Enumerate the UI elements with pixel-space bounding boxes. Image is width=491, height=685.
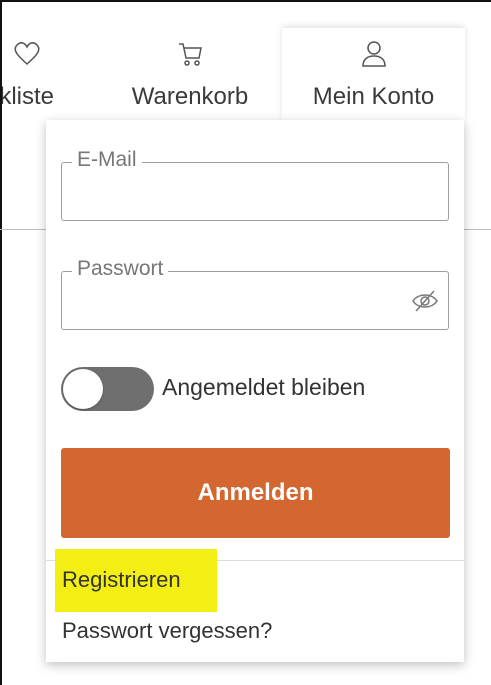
nav-wishlist-label: Merkliste [2,83,55,110]
password-input[interactable] [74,278,404,323]
nav-wishlist[interactable]: Merkliste [2,28,78,120]
cart-icon [179,43,202,66]
toggle-knob [63,369,103,409]
nav-account[interactable]: Mein Konto [282,28,465,120]
nav-cart[interactable]: Warenkorb [110,28,270,120]
forgot-password-link[interactable]: Passwort vergessen? [62,618,272,644]
nav-cart-label: Warenkorb [131,83,249,110]
heart-icon [14,42,40,66]
email-input[interactable] [74,169,404,214]
register-link[interactable]: Registrieren [62,567,181,593]
eye-off-icon[interactable] [410,288,440,314]
email-field[interactable]: E-Mail [61,148,449,221]
window-border-top [0,0,491,2]
password-field[interactable]: Passwort [61,257,449,330]
login-button[interactable]: Anmelden [61,448,450,538]
user-icon [361,41,386,67]
remember-me-toggle[interactable] [61,367,154,411]
nav-account-label: Mein Konto [312,83,435,110]
login-dropdown: E-Mail Passwort Angemeldet bleiben Anmel… [46,120,464,662]
remember-me-label: Angemeldet bleiben [162,374,366,400]
